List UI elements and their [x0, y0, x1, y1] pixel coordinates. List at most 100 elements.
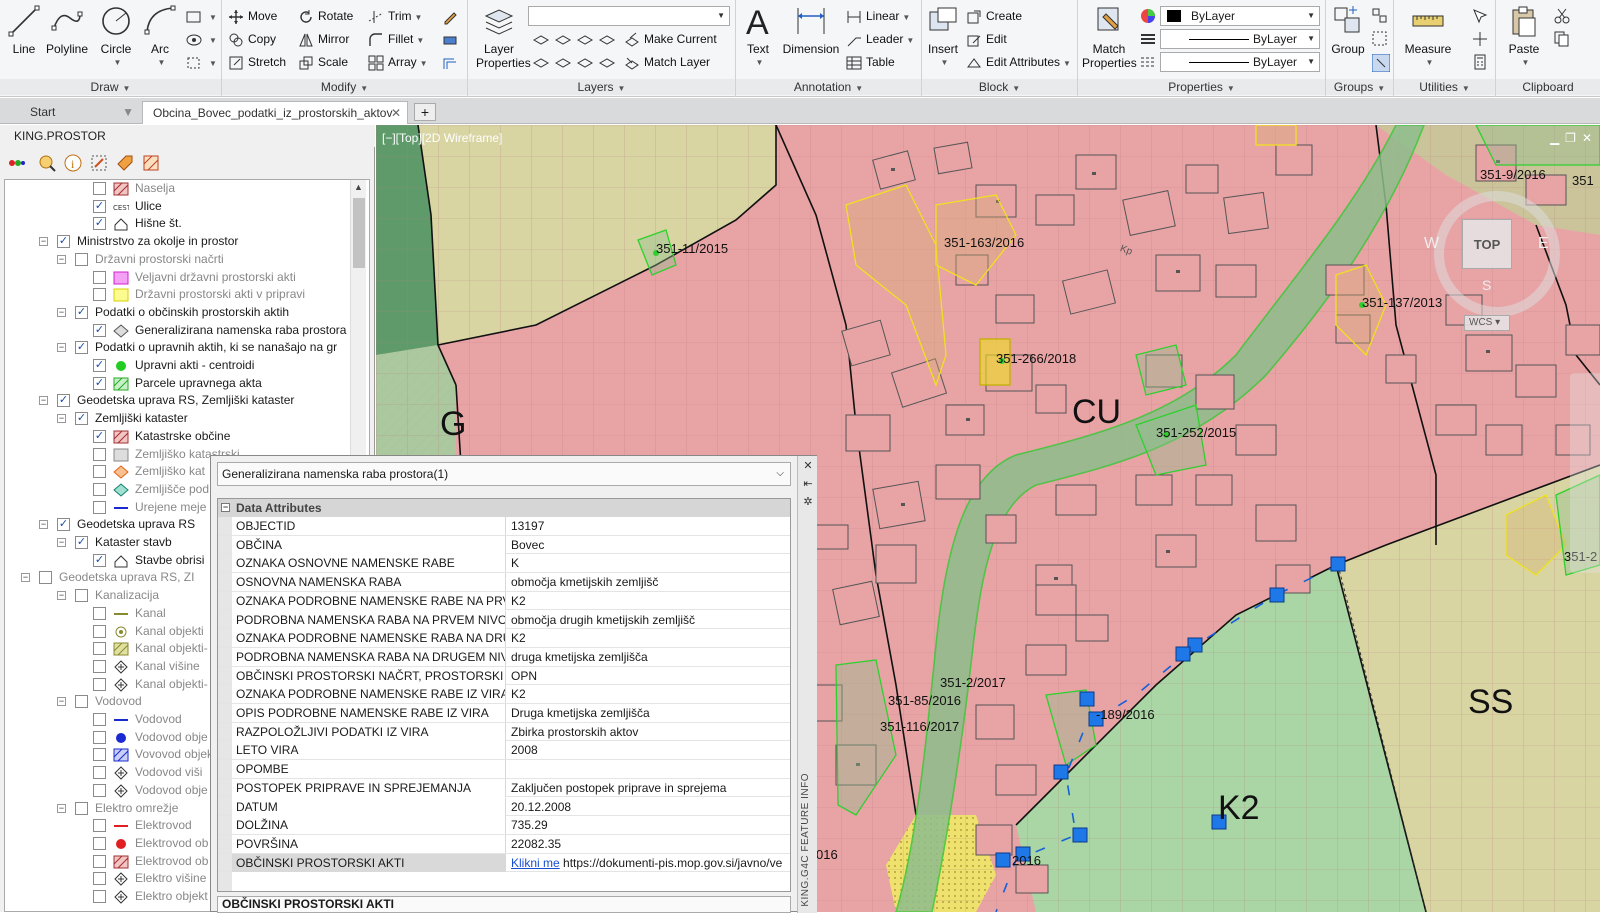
tree-item-checkbox[interactable]: ✓	[93, 553, 106, 567]
attribute-row[interactable]: DOLŽINA 735.29	[218, 816, 790, 835]
tree-item[interactable]: − ✓ Podatki o občinskih prostorskih aktih	[5, 304, 350, 322]
attribute-row[interactable]: PODROBNA NAMENSKA RABA NA DRUGEM NIVOJU d…	[218, 647, 790, 667]
expand-toggle-icon[interactable]: −	[57, 591, 66, 601]
tree-item[interactable]: − ✓ Ministrstvo za okolje in prostor	[5, 233, 350, 251]
ungroup-icon[interactable]	[1372, 8, 1388, 24]
tree-item-checkbox[interactable]	[93, 606, 106, 620]
insert-button[interactable]: Insert ▼	[926, 4, 960, 70]
block-panel-title[interactable]: Block ▼	[922, 79, 1077, 95]
expand-toggle-icon[interactable]: −	[57, 254, 66, 264]
fillet-button[interactable]: Fillet ▼	[368, 29, 424, 49]
edit-block-button[interactable]: Edit	[966, 29, 1007, 49]
viewcube-east[interactable]: E	[1538, 235, 1549, 253]
tree-item[interactable]: ✓ Katastrske občine	[5, 428, 350, 446]
annotation-panel-title[interactable]: Annotation ▼	[736, 79, 921, 95]
attribute-row[interactable]: OBČINSKI PROSTORSKI NAČRT, PROSTORSKI RE…	[218, 666, 790, 686]
table-button[interactable]: Table	[846, 52, 895, 72]
group-edit-icon[interactable]	[1372, 31, 1388, 47]
expand-toggle-icon[interactable]: −	[57, 343, 66, 353]
tree-item[interactable]: − ✓ Podatki o upravnih aktih, ki se nanaša…	[5, 339, 350, 357]
offset-button[interactable]	[442, 52, 462, 72]
expand-toggle-icon[interactable]: −	[57, 307, 66, 317]
attribute-value[interactable]: 22082.35	[508, 835, 790, 853]
tree-item-checkbox[interactable]	[93, 836, 106, 850]
tree-item-checkbox[interactable]: ✓	[75, 536, 88, 549]
boundary-button[interactable]: ▼	[186, 52, 217, 72]
attribute-row[interactable]: OSNOVNA NAMENSKA RABA območja kmetijskih …	[218, 573, 790, 592]
viewcube-west[interactable]: W	[1424, 235, 1439, 253]
lineweight-combo[interactable]: ByLayer ▼	[1160, 29, 1320, 49]
tree-item-checkbox[interactable]	[93, 819, 106, 833]
tree-item-checkbox[interactable]	[93, 713, 106, 726]
select-area-icon[interactable]	[90, 154, 108, 172]
attribute-value[interactable]: K2	[508, 592, 790, 610]
new-tab-button[interactable]: +	[414, 103, 436, 121]
layer-combo[interactable]: ▼	[528, 6, 730, 26]
arc-button[interactable]: Arc ▼	[140, 4, 180, 70]
tree-item-checkbox[interactable]: ✓	[57, 518, 70, 532]
utilities-panel-title[interactable]: Utilities ▼	[1394, 79, 1495, 95]
polyline-button[interactable]: Polyline	[44, 4, 90, 56]
attribute-value[interactable]: 13197	[508, 517, 790, 535]
attribute-row-selected[interactable]: OBČINSKI PROSTORSKI AKTI Klikni me https:…	[218, 853, 790, 873]
arc-dropdown-icon[interactable]: ▼	[143, 56, 180, 70]
layers-panel-title[interactable]: Layers ▼	[468, 79, 735, 95]
attribute-value[interactable]: območja kmetijskih zemljišč	[508, 573, 790, 591]
tree-item-checkbox[interactable]	[93, 288, 106, 302]
layer-properties-button[interactable]: Layer Properties	[476, 4, 531, 70]
attribute-row[interactable]: OPOMBE	[218, 760, 790, 779]
leader-button[interactable]: Leader ▼	[846, 29, 914, 49]
tree-item[interactable]: − ✓ Zemljiški kataster	[5, 410, 350, 428]
attribute-row[interactable]: PODROBNA NAMENSKA RABA NA PRVEM NIVOJU ob…	[218, 610, 790, 630]
tree-item-checkbox[interactable]	[75, 801, 88, 815]
layer-tools-row1[interactable]	[532, 29, 620, 49]
attribute-row[interactable]: OZNAKA OSNOVNE NAMENSKE RABE K	[218, 554, 790, 574]
expand-toggle-icon[interactable]: −	[21, 573, 30, 583]
dimension-button[interactable]: Dimension	[780, 4, 842, 56]
close-viewport-icon[interactable]: ✕	[1582, 131, 1592, 145]
layer-tools-row2[interactable]	[532, 52, 620, 72]
draw-order-button[interactable]	[442, 6, 462, 26]
layers-toggle-icon[interactable]	[8, 154, 26, 172]
tree-item-checkbox[interactable]: ✓	[57, 235, 70, 249]
copy-button[interactable]: Copy	[228, 29, 276, 49]
group-selection-icon[interactable]	[1372, 54, 1390, 72]
tree-item[interactable]: Državni prostorski akti v pripravi	[5, 286, 350, 304]
copy-clip-icon[interactable]	[1554, 31, 1570, 47]
make-current-button[interactable]: Make Current	[624, 29, 717, 49]
tree-item-checkbox[interactable]	[93, 465, 106, 479]
tree-item[interactable]: Veljavni državni prostorski akti	[5, 269, 350, 287]
category-header[interactable]: − Data Attributes	[218, 499, 790, 517]
scale-button[interactable]: Scale	[298, 52, 348, 72]
tree-item[interactable]: ✓ Hišne št.	[5, 215, 350, 233]
tree-item-checkbox[interactable]	[93, 447, 106, 461]
linetype-combo[interactable]: ByLayer ▼	[1160, 52, 1320, 72]
tree-item-checkbox[interactable]	[75, 695, 88, 709]
hatch-legend-icon[interactable]	[142, 154, 160, 172]
tree-item-checkbox[interactable]	[93, 890, 106, 903]
mirror-button[interactable]: Mirror	[298, 29, 349, 49]
tag-icon[interactable]	[116, 154, 134, 172]
expand-toggle-icon[interactable]: −	[39, 237, 48, 247]
minimize-icon[interactable]: ▁	[1550, 131, 1559, 145]
create-block-button[interactable]: Create	[966, 6, 1022, 26]
paste-button[interactable]: Paste ▼	[1502, 4, 1546, 70]
array-button[interactable]: Array ▼	[368, 52, 428, 72]
modify-panel-title[interactable]: Modify ▼	[222, 79, 467, 95]
attribute-value[interactable]: območja drugih kmetijskih zemljišč	[508, 611, 790, 629]
viewcube[interactable]: TOP W E S WCS ▾	[1422, 179, 1572, 331]
tab-drawing[interactable]: Obcina_Bovec_podatki_iz_prostorskih_akto…	[142, 101, 408, 124]
wcs-menu[interactable]: WCS ▾	[1464, 315, 1510, 331]
viewport-controls[interactable]: [−][Top][2D Wireframe]	[382, 131, 502, 145]
tree-item-checkbox[interactable]: ✓	[93, 376, 106, 390]
tree-item-checkbox[interactable]: ✓	[75, 412, 88, 426]
circle-button[interactable]: Circle ▼	[96, 4, 136, 70]
move-button[interactable]: Move	[228, 6, 277, 26]
linear-button[interactable]: Linear ▼	[846, 6, 910, 26]
attribute-value[interactable]: 735.29	[508, 816, 790, 834]
tree-item-checkbox[interactable]	[93, 677, 106, 691]
tree-item-checkbox[interactable]: ✓	[93, 217, 106, 231]
attribute-value[interactable]: Druga kmetijska zemljišča	[508, 704, 790, 722]
id-point-icon[interactable]	[1472, 31, 1488, 47]
attribute-value[interactable]: Zbirka prostorskih aktov	[508, 723, 790, 741]
